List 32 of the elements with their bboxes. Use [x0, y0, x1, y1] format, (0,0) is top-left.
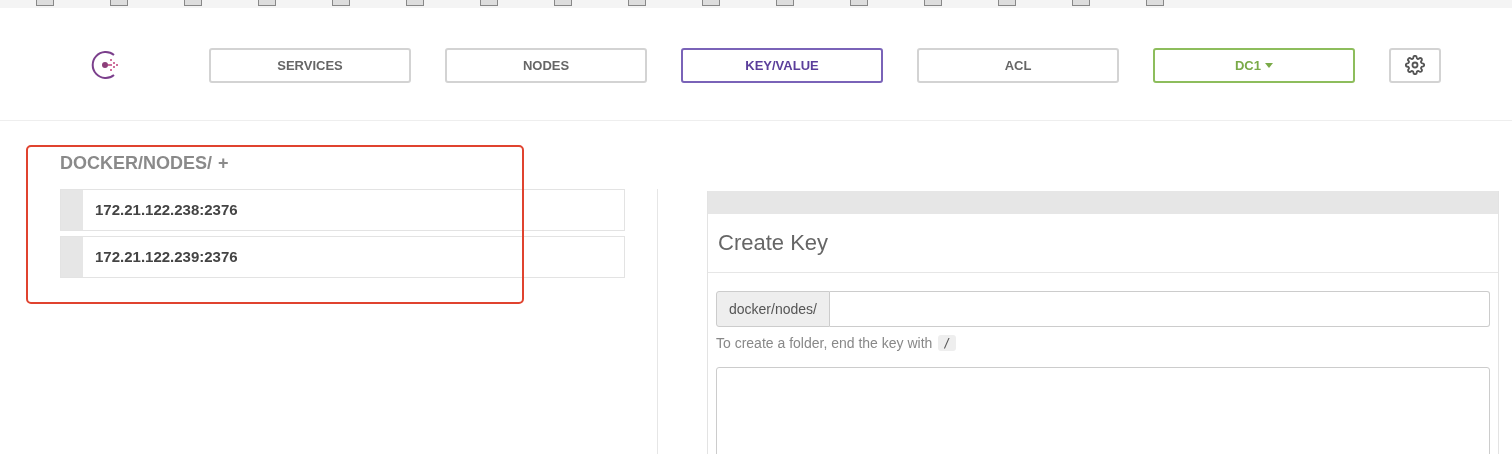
- folder-icon[interactable]: [850, 0, 868, 6]
- folder-icon[interactable]: [1072, 0, 1090, 6]
- folder-icon[interactable]: [332, 0, 350, 6]
- nav-tab[interactable]: KEY/VALUE: [681, 47, 883, 83]
- caret-icon: [1265, 62, 1273, 68]
- key-prefix: docker/nodes/: [716, 291, 830, 327]
- code-snippet: /: [938, 335, 956, 351]
- folder-icon[interactable]: [998, 0, 1016, 6]
- folder-icon[interactable]: [110, 0, 128, 6]
- add-key-link[interactable]: +: [218, 153, 229, 174]
- folder-icon[interactable]: [628, 0, 646, 6]
- settings-icon: [1405, 55, 1425, 75]
- nav-tab[interactable]: ACL: [917, 47, 1119, 83]
- folder-icon[interactable]: [480, 0, 498, 6]
- key-row[interactable]: 172.21.122.238:2376: [60, 189, 625, 231]
- folder-icon[interactable]: [406, 0, 424, 6]
- key-row[interactable]: 172.21.122.239:2376: [60, 236, 625, 278]
- breadcrumb-path: DOCKER/NODES/: [60, 153, 212, 174]
- folder-icon[interactable]: [924, 0, 942, 6]
- folder-icon[interactable]: [554, 0, 572, 6]
- folder-icon[interactable]: [1146, 0, 1164, 6]
- settings-button[interactable]: [1389, 47, 1441, 83]
- folder-icon[interactable]: [776, 0, 794, 6]
- folder-icon[interactable]: [36, 0, 54, 6]
- nav-tab[interactable]: NODES: [445, 47, 647, 83]
- folder-icon[interactable]: [184, 0, 202, 6]
- key-input-field[interactable]: [829, 291, 1490, 327]
- folder-icon[interactable]: [702, 0, 720, 6]
- help-text: To create a folder, end the key with: [716, 335, 933, 351]
- folder-icon[interactable]: [258, 0, 276, 6]
- nav-tab[interactable]: SERVICES: [209, 47, 411, 83]
- panel-title: Create Key: [708, 214, 1498, 273]
